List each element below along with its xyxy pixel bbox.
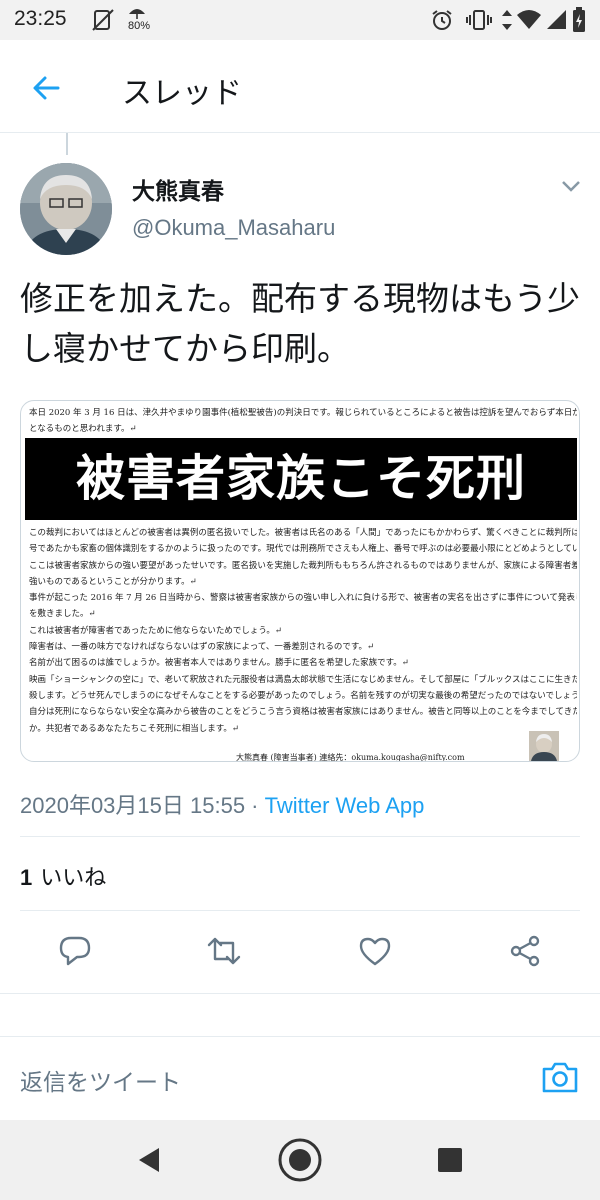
author-name[interactable]: 大熊真春 xyxy=(132,172,224,206)
divider xyxy=(20,836,580,837)
media-body-line: ここは被害者家族からの強い要望があったせいです。匿名扱いを実施した裁判所ももちろ… xyxy=(29,560,577,571)
media-body-line: 自分は死刑にならならない安全な高みから被告のことをどうこう言う資格は被害者家族に… xyxy=(29,707,577,718)
reply-composer[interactable]: 返信をツイート xyxy=(0,1036,600,1120)
media-body-line: か。共犯者であるあなたたちこそ死刑に相当します。↵ xyxy=(29,723,240,734)
battery-percent: 80% xyxy=(128,20,151,32)
reply-icon[interactable] xyxy=(57,933,93,969)
media-author-photo xyxy=(529,731,559,761)
media-body-line: 名前が出て困るのは誰でしょうか。被害者本人ではありません。勝手に匿名を希望した家… xyxy=(29,658,409,669)
battery-icon xyxy=(573,7,585,32)
thread-connector-line xyxy=(66,133,68,155)
media-body-line: 号であたかも家畜の個体識別をするかのように扱ったのです。現代では刑務所でさえも人… xyxy=(29,544,577,555)
media-body-text: この裁判においてはほとんどの被害者は異例の匿名扱いでした。被害者は氏名のある「人… xyxy=(29,525,577,737)
reply-input-placeholder[interactable]: 返信をツイート xyxy=(20,1063,181,1097)
media-body-line: この裁判においてはほとんどの被害者は異例の匿名扱いでした。被害者は氏名のある「人… xyxy=(29,528,577,538)
likes-count[interactable]: 1 いいね xyxy=(20,860,106,892)
back-triangle-icon[interactable] xyxy=(126,1136,174,1184)
timestamp-separator: · xyxy=(245,793,265,818)
media-body-line: 殺します。どうせ死んでしまうのになぜそんなことをする必要があったのでしょう。名前… xyxy=(29,690,577,701)
home-circle-icon[interactable] xyxy=(276,1136,324,1184)
author-handle[interactable]: @Okuma_Masaharu xyxy=(132,215,335,241)
media-intro-text: 本日 2020 年 3 月 16 日は、津久井やまゆり園事件(植松聖被告)の判決… xyxy=(29,405,577,437)
tweet-text: 修正を加えた。配布する現物はもう少し寝かせてから印刷。 xyxy=(20,279,581,368)
page-title: スレッド xyxy=(122,76,242,111)
arrow-left-icon[interactable] xyxy=(28,70,64,106)
recents-square-icon[interactable] xyxy=(426,1136,474,1184)
notification-off-icon xyxy=(92,9,114,31)
tweet-timestamp: 2020年03月15日 15:55 · Twitter Web App xyxy=(20,788,424,820)
wifi-icon xyxy=(517,10,541,29)
system-nav-bar xyxy=(0,1120,600,1200)
media-body-line: これは被害者が障害者であったために他ならないためでしょう。↵ xyxy=(29,625,283,636)
app-header: スレッド xyxy=(0,40,600,133)
media-signature: 大熊真春 (障害当事者) 連絡先：okuma.kougasha@nifty.co… xyxy=(236,753,465,762)
client-link[interactable]: Twitter Web App xyxy=(265,793,425,818)
media-body-line: 映画「ショーシャンクの空に」で、老いて釈放された元服役者は満島太郎状態で生活にな… xyxy=(29,674,577,685)
data-arrows-icon xyxy=(502,10,512,30)
like-icon[interactable] xyxy=(357,933,393,969)
avatar[interactable] xyxy=(20,163,112,255)
like-count-label: いいね xyxy=(40,866,107,891)
tweet-media-image[interactable]: 本日 2020 年 3 月 16 日は、津久井やまゆり園事件(植松聖被告)の判決… xyxy=(20,400,580,762)
media-body-line: 強いものであるということが分かります。↵ xyxy=(29,576,197,587)
status-time: 23:25 xyxy=(14,7,67,30)
retweet-icon[interactable] xyxy=(206,933,242,969)
avatar-photo xyxy=(20,163,112,255)
alarm-icon xyxy=(432,10,452,30)
signal-icon xyxy=(547,10,566,29)
divider xyxy=(0,993,600,994)
vibrate-icon xyxy=(466,10,492,30)
media-intro-line: 本日 2020 年 3 月 16 日は、津久井やまゆり園事件(植松聖被告)の判決… xyxy=(29,408,577,418)
share-icon[interactable] xyxy=(507,933,543,969)
media-body-line: 障害者は、一番の味方でなければならないはずの家族によって、一番差別されるのです。… xyxy=(29,642,375,653)
chevron-down-icon[interactable] xyxy=(560,178,582,194)
media-body-line: 事件が起こった 2016 年 7 月 26 日当時から、警察は被害者家族からの強… xyxy=(29,593,577,604)
media-intro-line: となるものと思われます。↵ xyxy=(29,424,137,434)
umbrella-icon xyxy=(129,9,145,19)
tweet-actions xyxy=(0,925,600,981)
status-bar: 23:25 80% xyxy=(0,0,600,40)
camera-icon[interactable] xyxy=(540,1059,580,1095)
divider xyxy=(20,910,580,911)
timestamp-datetime: 2020年03月15日 15:55 xyxy=(20,793,246,818)
media-headline: 被害者家族こそ死刑 xyxy=(25,438,577,520)
media-body-line: を敷きました。↵ xyxy=(29,609,96,620)
like-count-number: 1 xyxy=(20,865,33,890)
